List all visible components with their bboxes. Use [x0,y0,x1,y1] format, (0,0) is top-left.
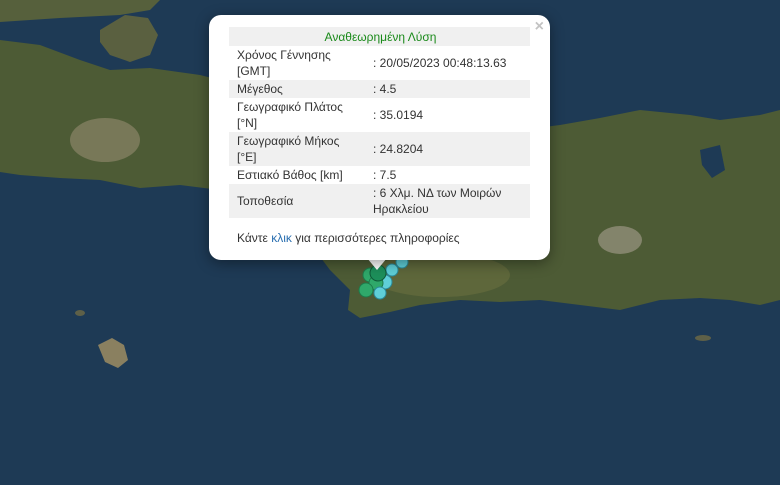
islet-west [75,310,85,316]
info-row: Τοποθεσία : 6 Χλμ. ΝΔ των Μοιρών Ηρακλεί… [229,184,530,218]
info-row: Γεωγραφικό Πλάτος [°N] : 35.0194 [229,98,530,132]
more-info-text: Κάντε κλικ για περισσότερες πληροφορίες [237,231,460,245]
earthquake-info-table: Αναθεωρημένη Λύση Χρόνος Γέννησης [GMT] … [229,27,530,218]
info-row: Μέγεθος : 4.5 [229,80,530,98]
quake-marker[interactable] [385,263,399,277]
row-value: : 20/05/2023 00:48:13.63 [373,56,507,70]
close-icon[interactable]: × [535,18,544,36]
row-label: Γεωγραφικό Μήκος [°E] [229,132,365,166]
mountain-west [70,118,140,162]
popup-title-row: Αναθεωρημένη Λύση [229,27,530,46]
islet-east [695,335,711,341]
popup-title: Αναθεωρημένη Λύση [229,27,530,46]
row-value: : 4.5 [365,80,530,98]
info-row: Χρόνος Γέννησης [GMT] : 20/05/2023 00:48… [229,46,530,80]
quake-marker[interactable] [373,286,387,300]
info-row: Γεωγραφικό Μήκος [°E] : 24.8204 [229,132,530,166]
row-value: : 7.5 [373,168,397,182]
row-label: Μέγεθος [229,80,365,98]
row-value: : 35.0194 [373,108,424,122]
row-label: Γεωγραφικό Πλάτος [°N] [237,100,343,130]
mountain-central [598,226,642,254]
row-label: Τοποθεσία [229,184,365,218]
more-suffix: για περισσότερες πληροφορίες [295,231,460,245]
quake-marker[interactable] [358,282,374,298]
row-label: Χρόνος Γέννησης [GMT] [237,48,331,78]
more-prefix: Κάντε [237,231,268,245]
row-label: Εστιακό Βάθος [km] [237,168,343,182]
info-row: Εστιακό Βάθος [km] : 7.5 [229,166,530,184]
row-value: : 24.8204 [365,132,530,166]
row-value: : 6 Χλμ. ΝΔ των Μοιρών Ηρακλείου [365,184,530,218]
earthquake-popup: × Αναθεωρημένη Λύση Χρόνος Γέννησης [GMT… [209,15,550,260]
more-info-link[interactable]: κλικ [271,231,292,245]
